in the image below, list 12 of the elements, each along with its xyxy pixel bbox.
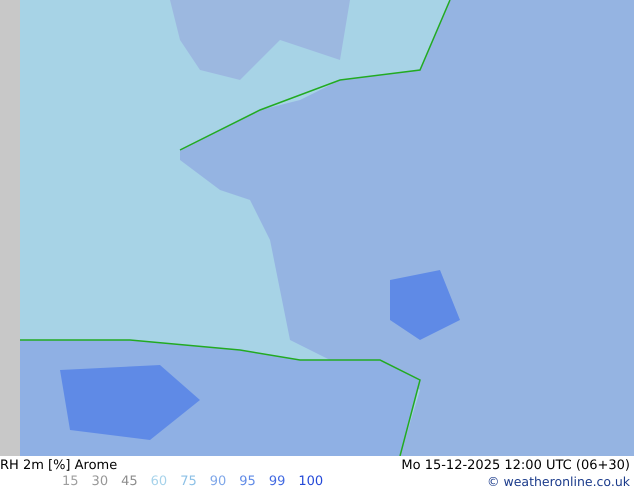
legend-value: 75	[180, 474, 197, 488]
legend-value: 95	[239, 474, 256, 488]
forecast-datetime: Mo 15-12-2025 12:00 UTC (06+30)	[401, 458, 630, 472]
map-title: RH 2m [%] Arome	[0, 458, 118, 472]
legend-value: 30	[92, 474, 108, 488]
legend-value: 99	[268, 474, 286, 488]
legend-value: 90	[210, 474, 226, 488]
copyright-link[interactable]: © weatheronline.co.uk	[487, 474, 630, 488]
legend-value: 100	[298, 474, 324, 488]
legend-value: 15	[62, 474, 79, 488]
legend-value: 45	[121, 474, 138, 488]
legend-value: 60	[150, 474, 168, 488]
